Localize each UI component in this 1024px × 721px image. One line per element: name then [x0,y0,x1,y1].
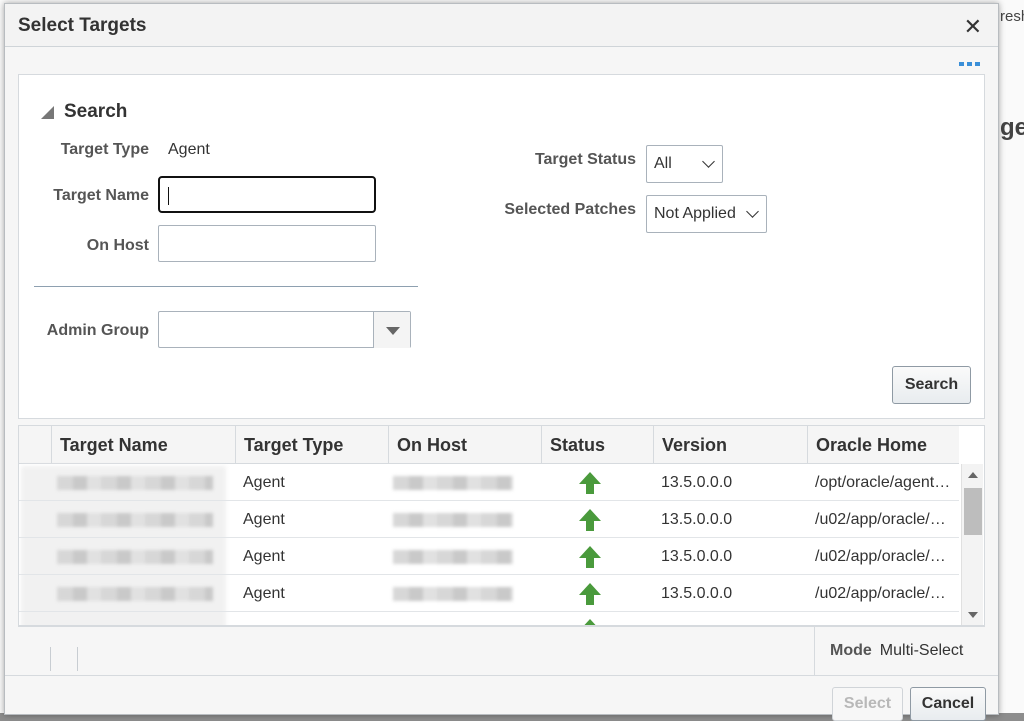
redacted-target-name [57,587,213,601]
footer-separator [77,647,78,671]
redacted-host [393,513,513,527]
target-name-label: Target Name [53,187,149,204]
selected-patches-value: Not Applied [654,205,736,222]
redacted-target-name [57,513,213,527]
target-status-value: All [654,155,672,172]
table-row-partial[interactable] [19,612,959,625]
target-status-select[interactable]: All [646,145,723,183]
on-host-label: On Host [86,237,149,254]
table-row[interactable]: Agent 13.5.0.0.0 /u02/app/oracle/agent/a… [19,501,959,538]
search-panel: Search Target Type Agent Target Name On … [18,74,985,419]
cell-version: 13.5.0.0.0 [661,547,733,565]
redacted-host [393,550,513,564]
cell-version: 13.5.0.0.0 [661,584,733,602]
dialog-title-bar: Select Targets ✕ [5,4,998,47]
cell-status [541,612,653,625]
table-row[interactable]: Agent 13.5.0.0.0 /u02/app/oracle/agent/a… [19,575,959,612]
column-header-status[interactable]: Status [541,426,653,464]
up-arrow-icon [579,508,601,531]
target-type-value: Agent [168,141,210,158]
up-arrow-icon [579,582,601,605]
admin-group-label: Admin Group [46,322,149,339]
chevron-down-icon [702,155,715,168]
cell-status [541,538,653,575]
column-header-oracle-home[interactable]: Oracle Home [807,426,959,464]
search-button[interactable]: Search [892,366,971,404]
cell-status [541,464,653,501]
admin-group-combobox[interactable] [158,311,411,348]
target-type-label: Target Type [60,141,149,158]
cell-oracle-home: /u02/app/oracle/agent/agent_13.5.0.0.0 [807,501,959,538]
cell-version: 13.5.0.0.0 [661,510,733,528]
search-heading: Search [64,101,128,122]
cell-target-type: Agent [243,547,285,565]
select-column-header [19,426,51,464]
target-name-input[interactable] [158,176,376,213]
collapse-triangle-icon [41,105,54,119]
cell-version: 13.5.0.0.0 [661,473,733,491]
cell-oracle-home: /u02/app/oracle/agent/agent_13.5.0.0.0 [807,575,959,612]
cell-oracle-home: /opt/oracle/agent/agent_13.5.0.0.0 [807,464,959,501]
cell-target-type: Agent [243,473,285,491]
footer-divider [5,675,998,676]
oracle-home-text: /u02/app/oracle/agent/agent_13.5.0.0.0 [815,510,959,528]
selected-patches-label: Selected Patches [504,201,636,218]
dialog-title: Select Targets [18,15,147,36]
select-targets-dialog: Select Targets ✕ Search Target Type Agen… [4,3,999,721]
cell-status [541,501,653,538]
cell-target-type: Agent [243,510,285,528]
background-text-fragment: resh [1000,8,1024,25]
scroll-down-icon[interactable] [968,612,978,618]
scroll-thumb[interactable] [964,488,982,535]
table-footer: Mode Multi-Select [18,626,985,675]
up-arrow-icon [579,545,601,568]
admin-group-dropdown-button[interactable] [373,312,410,348]
search-divider [34,286,418,287]
close-icon[interactable]: ✕ [964,14,982,40]
redacted-target-name [57,476,213,490]
table-vertical-scrollbar[interactable] [961,464,983,625]
search-section-toggle[interactable]: Search [41,101,127,123]
column-header-on-host[interactable]: On Host [388,426,541,464]
table-header: Target Name Target Type On Host Status V… [19,426,959,464]
mode-label: Mode [830,642,872,659]
column-header-target-name[interactable]: Target Name [51,426,235,464]
redacted-host [393,476,513,490]
cell-status [541,575,653,612]
column-header-target-type[interactable]: Target Type [235,426,388,464]
select-button[interactable]: Select [832,687,903,721]
more-options-icon[interactable] [956,58,982,70]
cancel-button[interactable]: Cancel [910,687,986,721]
redacted-target-name [57,550,213,564]
text-caret [168,187,169,205]
column-header-version[interactable]: Version [653,426,807,464]
cell-target-type: Agent [243,584,285,602]
targets-table: Target Name Target Type On Host Status V… [18,425,985,626]
redacted-host [393,587,513,601]
oracle-home-text: /u02/app/oracle/agent/agent_13.5.0.0.0 [815,547,959,565]
table-row[interactable]: Agent 13.5.0.0.0 /u02/app/oracle/agent/a… [19,538,959,575]
oracle-home-text: /opt/oracle/agent/agent_13.5.0.0.0 [815,473,959,491]
on-host-input[interactable] [158,225,376,262]
scroll-up-icon[interactable] [968,472,978,478]
up-arrow-icon [584,619,596,625]
selection-mode: Mode Multi-Select [814,627,985,675]
footer-separator [50,647,51,671]
cell-oracle-home: /u02/app/oracle/agent/agent_13.5.0.0.0 [807,538,959,575]
target-status-label: Target Status [534,151,636,168]
oracle-home-text: /u02/app/oracle/agent/agent_13.5.0.0.0 [815,584,959,602]
background-heading-fragment: ge [1000,114,1024,141]
up-arrow-icon [579,471,601,494]
table-row[interactable]: Agent 13.5.0.0.0 /opt/oracle/agent/agent… [19,464,959,501]
chevron-down-icon [746,205,759,218]
mode-value: Multi-Select [879,642,964,659]
selected-patches-select[interactable]: Not Applied [646,195,767,233]
